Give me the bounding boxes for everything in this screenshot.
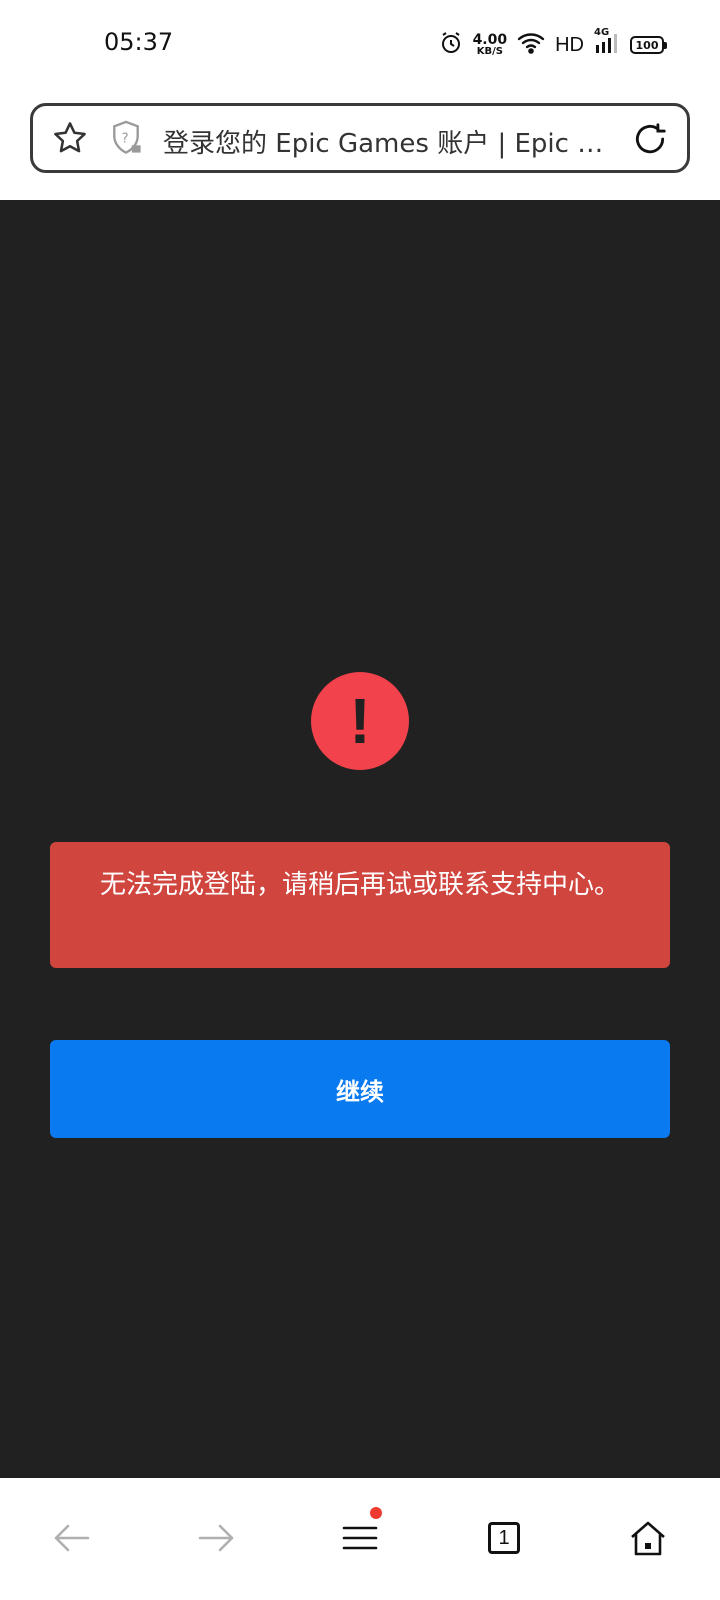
battery-icon: 100: [630, 36, 667, 54]
alarm-icon: [439, 31, 463, 59]
status-bar: 05:37 4.00 KB/S HD 4G 100: [0, 0, 720, 90]
wifi-icon: [517, 32, 545, 58]
browser-toolbar: ? 登录您的 Epic Games 账户 | Epic Games: [0, 90, 720, 200]
home-icon: [631, 1521, 665, 1556]
error-message: 无法完成登陆，请稍后再试或联系支持中心。: [50, 842, 670, 968]
status-time: 05:37: [104, 28, 174, 56]
network-type-label: 4G: [594, 26, 610, 38]
arrow-right-icon: [198, 1524, 234, 1552]
menu-icon: [342, 1526, 378, 1550]
forward-button[interactable]: [186, 1508, 246, 1568]
status-icons: 4.00 KB/S HD 4G 100: [439, 27, 667, 60]
continue-button[interactable]: 继续: [50, 1040, 670, 1138]
menu-button[interactable]: [330, 1507, 390, 1568]
back-button[interactable]: [42, 1508, 102, 1568]
hd-indicator: HD: [555, 33, 584, 56]
arrow-left-icon: [54, 1524, 90, 1552]
page-content: ! 无法完成登陆，请稍后再试或联系支持中心。 继续: [0, 200, 720, 1478]
cellular-signal: 4G: [594, 27, 620, 58]
error-alert-icon: !: [311, 672, 409, 770]
tabs-button[interactable]: 1: [474, 1508, 534, 1568]
bookmark-star-icon[interactable]: [51, 119, 89, 161]
network-speed: 4.00 KB/S: [472, 32, 508, 57]
home-button[interactable]: [618, 1508, 678, 1568]
address-bar[interactable]: ? 登录您的 Epic Games 账户 | Epic Games: [30, 103, 690, 173]
notification-dot: [370, 1507, 382, 1519]
page-title[interactable]: 登录您的 Epic Games 账户 | Epic Games: [163, 123, 623, 160]
reload-icon[interactable]: [631, 120, 669, 162]
bottom-navigation: 1: [0, 1478, 720, 1600]
tab-count: 1: [488, 1522, 520, 1554]
security-shield-icon[interactable]: ?: [108, 119, 144, 161]
svg-text:?: ?: [122, 131, 129, 146]
